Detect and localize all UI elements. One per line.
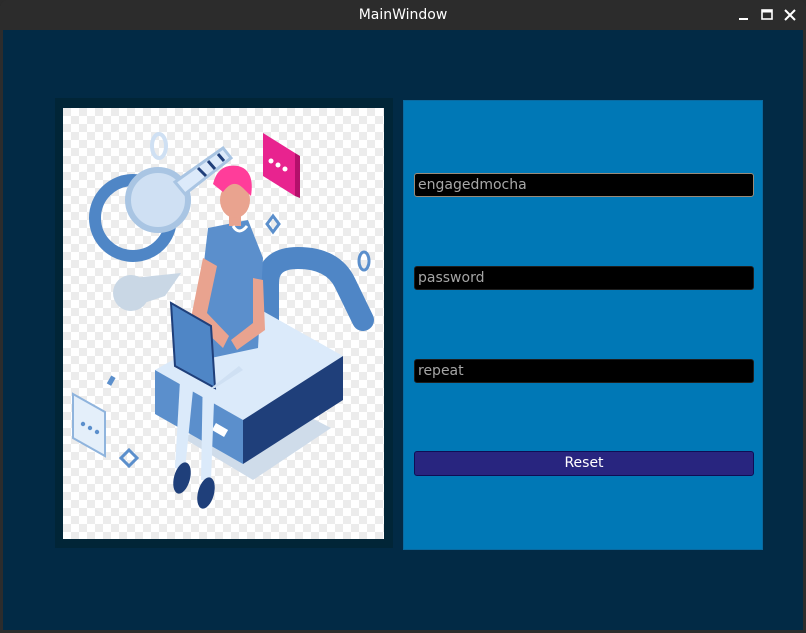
login-panel: Reset [403, 100, 763, 550]
maximize-icon[interactable] [759, 7, 775, 23]
minimize-icon[interactable] [736, 7, 752, 23]
username-input[interactable] [414, 173, 754, 197]
image-frame [55, 98, 393, 548]
central-widget: Reset [3, 30, 803, 630]
password-input[interactable] [414, 266, 754, 290]
title-bar[interactable]: MainWindow [0, 0, 806, 30]
window-title: MainWindow [358, 7, 448, 23]
security-login-illustration [63, 108, 384, 539]
main-window: MainWindow engagedmocha Reset [0, 0, 806, 633]
reset-button[interactable]: Reset [414, 451, 754, 476]
close-icon[interactable] [782, 7, 798, 23]
repeat-password-input[interactable] [414, 359, 754, 383]
